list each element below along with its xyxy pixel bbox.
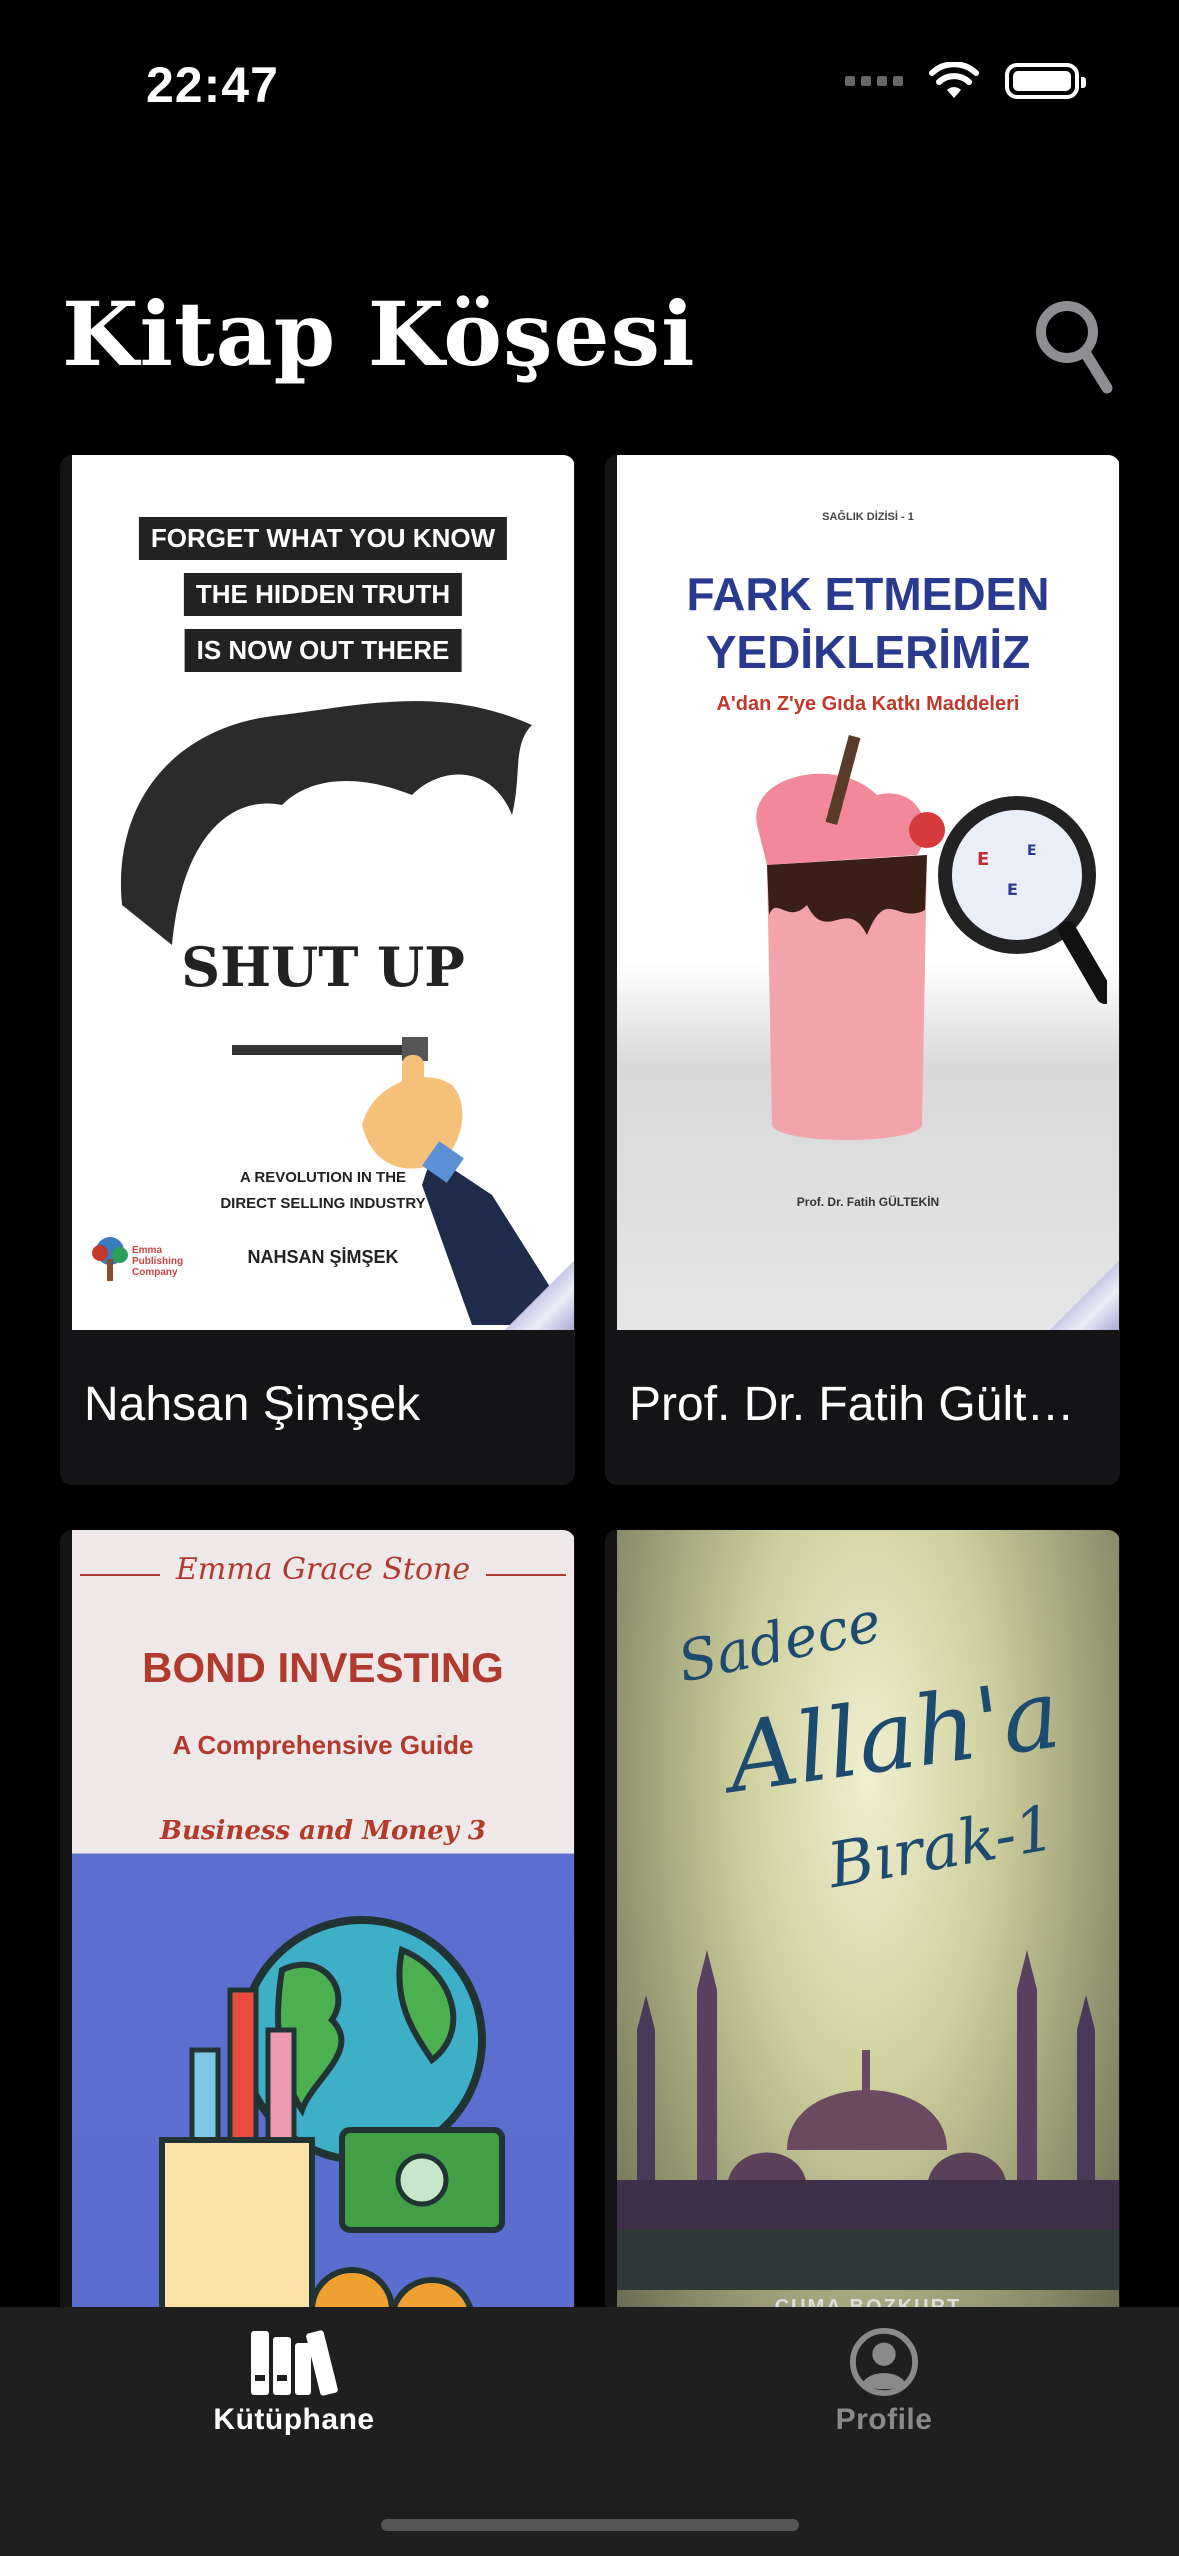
- tab-profile[interactable]: Profile: [754, 2327, 1014, 2477]
- svg-text:E: E: [1027, 843, 1037, 859]
- cover-title: FARK ETMEDEN YEDİKLERİMİZ: [617, 565, 1119, 681]
- tab-label: Kütüphane: [213, 2403, 375, 2436]
- book-card[interactable]: Sadece Allah'a Bırak-1 CUMA BOZKURT: [605, 1530, 1120, 2307]
- book-grid: FORGET WHAT YOU KNOW THE HIDDEN TRUTH IS…: [60, 455, 1120, 2307]
- cover-subtitle: A Comprehensive Guide: [172, 1730, 474, 1760]
- cover-title-line: YEDİKLERİMİZ: [705, 626, 1031, 678]
- cover-publisher: Emma Publishing Company: [132, 1245, 184, 1278]
- book-cover: FORGET WHAT YOU KNOW THE HIDDEN TRUTH IS…: [72, 455, 574, 1330]
- cover-subtitle: A'dan Z'ye Gıda Katkı Maddeleri: [716, 693, 1020, 715]
- cover-band-text: FORGET WHAT YOU KNOW: [138, 517, 508, 560]
- cover-title-line: FARK ETMEDEN: [686, 568, 1050, 620]
- cover-series: SAĞLIK DİZİSİ - 1: [822, 511, 914, 523]
- book-cover: Sadece Allah'a Bırak-1 CUMA BOZKURT: [617, 1530, 1119, 2307]
- cover-band-text: IS NOW OUT THERE: [184, 629, 462, 672]
- tab-label: Profile: [835, 2403, 933, 2436]
- publisher-tree-logo: [92, 1237, 128, 1281]
- wifi-icon: [929, 62, 979, 98]
- milkshake-magnifier-illustration: E E E: [756, 735, 1107, 1140]
- cover-title: BOND INVESTING: [142, 1644, 504, 1691]
- cover-title-line: Sadece: [672, 1589, 887, 1696]
- cover-band-text: THE HIDDEN TRUTH: [183, 573, 463, 616]
- status-time: 22:47: [146, 57, 279, 113]
- mosque-silhouette-illustration: [617, 1950, 1119, 2290]
- book-card[interactable]: FORGET WHAT YOU KNOW THE HIDDEN TRUTH IS…: [60, 455, 575, 1485]
- home-indicator: [381, 2519, 799, 2531]
- status-bar: 22:47: [0, 0, 1179, 150]
- book-author-label: Prof. Dr. Fatih Gültekin: [629, 1378, 1099, 1431]
- person-circle-icon: [849, 2327, 919, 2397]
- books-icon: [251, 2330, 338, 2396]
- cover-title: SHUT UP: [181, 935, 465, 999]
- book-card[interactable]: SAĞLIK DİZİSİ - 1 FARK ETMEDEN YEDİKLERİ…: [605, 455, 1120, 1485]
- svg-text:E: E: [1007, 880, 1018, 899]
- hair-illustration: [120, 701, 532, 945]
- page-curl-decoration: [504, 1260, 574, 1330]
- page-curl-decoration: [1049, 1260, 1119, 1330]
- search-icon: [1036, 301, 1113, 394]
- book-cover: SAĞLIK DİZİSİ - 1 FARK ETMEDEN YEDİKLERİ…: [617, 455, 1119, 1330]
- cover-author: CUMA BOZKURT: [774, 2296, 962, 2307]
- cover-banner: Business and Money 3: [160, 1816, 486, 1846]
- search-button[interactable]: [1031, 292, 1117, 402]
- battery-icon: [1005, 63, 1086, 99]
- cover-title-line: Allah'a: [720, 1657, 1067, 1815]
- book-author-label: Nahsan Şimşek: [84, 1378, 421, 1431]
- cover-author: Emma Grace Stone: [175, 1552, 471, 1587]
- cellular-signal-icon: [845, 76, 903, 86]
- book-cover: Emma Grace Stone BOND INVESTING A Compre…: [72, 1530, 574, 2307]
- status-indicators: [845, 62, 1086, 100]
- cover-subtitle: A REVOLUTION IN THE DIRECT SELLING INDUS…: [72, 1165, 574, 1217]
- cover-subtitle-line: DIRECT SELLING INDUSTRY: [220, 1195, 426, 1212]
- cover-subtitle-line: A REVOLUTION IN THE: [239, 1169, 407, 1186]
- cover-title-line: Bırak-1: [822, 1790, 1061, 1903]
- book-card[interactable]: Emma Grace Stone BOND INVESTING A Compre…: [60, 1530, 575, 2307]
- globe-chart-money-illustration: [159, 1916, 505, 2307]
- tab-library[interactable]: Kütüphane: [164, 2327, 424, 2477]
- page-title: Kitap Köşesi: [62, 282, 696, 386]
- svg-text:E: E: [977, 849, 989, 870]
- cover-author: Prof. Dr. Fatih GÜLTEKİN: [796, 1195, 940, 1209]
